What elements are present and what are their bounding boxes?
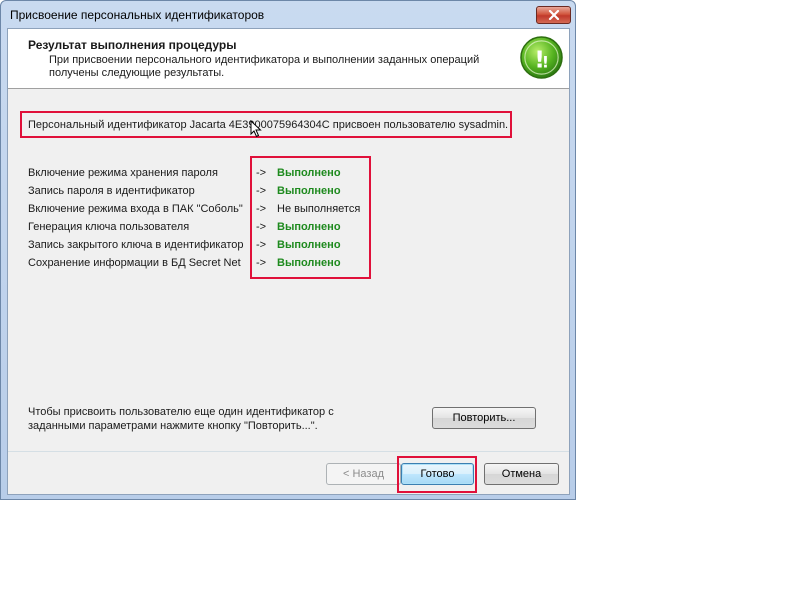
operation-label: Включение режима входа в ПАК "Соболь" bbox=[28, 203, 243, 215]
header-panel: Результат выполнения процедуры При присв… bbox=[8, 29, 569, 89]
window-title: Присвоение персональных идентификаторов bbox=[10, 8, 265, 22]
operation-label: Включение режима хранения пароля bbox=[28, 167, 218, 179]
wizard-footer: < Назад Готово Отмена bbox=[8, 451, 569, 494]
svg-text:!: ! bbox=[542, 52, 549, 71]
header-title: Результат выполнения процедуры bbox=[28, 38, 237, 52]
cancel-button[interactable]: Отмена bbox=[484, 463, 559, 485]
repeat-button[interactable]: Повторить... bbox=[432, 407, 536, 429]
operation-arrow: -> bbox=[256, 167, 267, 179]
done-button[interactable]: Готово bbox=[401, 463, 474, 485]
operation-arrow: -> bbox=[256, 185, 267, 197]
results-panel: Персональный идентификатор Jacarta 4E390… bbox=[8, 91, 569, 451]
operation-arrow: -> bbox=[256, 203, 267, 215]
operation-status: Выполнено bbox=[277, 167, 341, 179]
mouse-cursor-icon bbox=[250, 120, 262, 138]
operation-row: Включение режима входа в ПАК "Соболь" ->… bbox=[28, 201, 388, 219]
operation-label: Сохранение информации в БД Secret Net bbox=[28, 257, 241, 269]
info-exclamation-icon: ! ! bbox=[520, 36, 563, 79]
wizard-window: Присвоение персональных идентификаторов … bbox=[0, 0, 576, 500]
operation-label: Запись закрытого ключа в идентификатор bbox=[28, 239, 244, 251]
operation-label: Запись пароля в идентификатор bbox=[28, 185, 195, 197]
operation-row: Включение режима хранения пароля -> Выпо… bbox=[28, 165, 388, 183]
operation-row: Запись пароля в идентификатор -> Выполне… bbox=[28, 183, 388, 201]
operation-label: Генерация ключа пользователя bbox=[28, 221, 190, 233]
close-button[interactable] bbox=[536, 6, 571, 24]
operation-status: Выполнено bbox=[277, 185, 341, 197]
operation-arrow: -> bbox=[256, 257, 267, 269]
operation-arrow: -> bbox=[256, 239, 267, 251]
title-bar: Присвоение персональных идентификаторов bbox=[1, 1, 575, 29]
header-description: При присвоении персонального идентификат… bbox=[49, 54, 480, 79]
dialog-client-area: Результат выполнения процедуры При присв… bbox=[7, 28, 570, 495]
operation-row: Запись закрытого ключа в идентификатор -… bbox=[28, 237, 388, 255]
result-message: Персональный идентификатор Jacarta 4E390… bbox=[28, 119, 509, 131]
operation-arrow: -> bbox=[256, 221, 267, 233]
close-icon bbox=[548, 10, 559, 20]
operation-status: Выполнено bbox=[277, 239, 341, 251]
operation-row: Сохранение информации в БД Secret Net ->… bbox=[28, 255, 388, 273]
repeat-hint: Чтобы присвоить пользователю еще один ид… bbox=[28, 406, 334, 432]
operation-status: Не выполняется bbox=[277, 203, 361, 215]
back-button[interactable]: < Назад bbox=[326, 463, 401, 485]
operation-status: Выполнено bbox=[277, 221, 341, 233]
operation-row: Генерация ключа пользователя -> Выполнен… bbox=[28, 219, 388, 237]
operation-status: Выполнено bbox=[277, 257, 341, 269]
